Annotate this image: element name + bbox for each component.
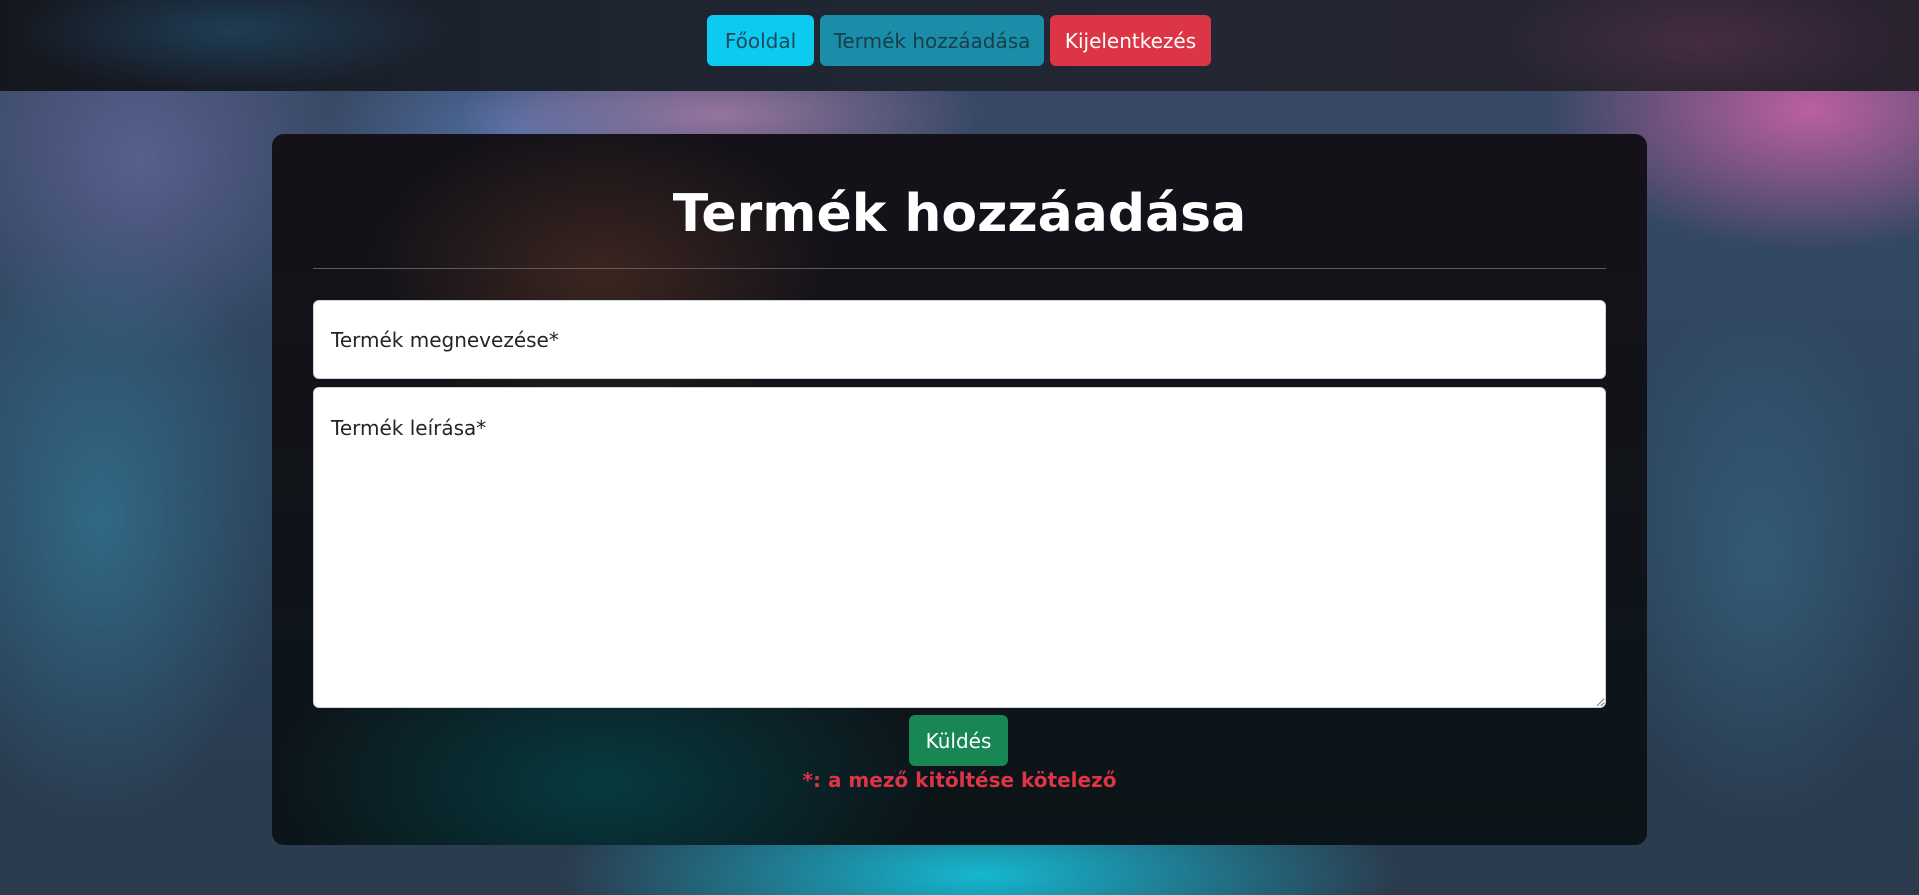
page-title: Termék hozzáadása xyxy=(672,184,1247,244)
submit-button[interactable]: Küldés xyxy=(909,715,1008,766)
title-divider xyxy=(313,268,1606,269)
product-description-textarea[interactable] xyxy=(313,387,1606,708)
nav-add-product-button[interactable]: Termék hozzáadása xyxy=(820,15,1044,66)
product-name-input[interactable] xyxy=(313,300,1606,379)
required-field-note: *: a mező kitöltése kötelező xyxy=(802,768,1117,792)
add-product-card: Termék hozzáadása Küldés *: a mező kitöl… xyxy=(272,134,1647,845)
top-navbar: Főoldal Termék hozzáadása Kijelentkezés xyxy=(0,0,1919,91)
nav-home-button[interactable]: Főoldal xyxy=(707,15,814,66)
nav-logout-button[interactable]: Kijelentkezés xyxy=(1050,15,1211,66)
